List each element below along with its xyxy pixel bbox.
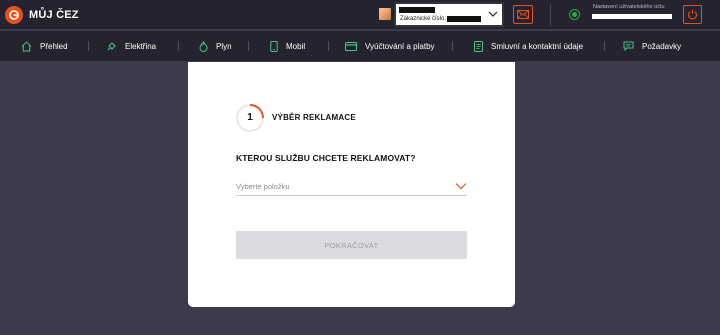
main-navigation: Přehled Elektřina Plyn Mobil Vyúčtování …	[0, 31, 720, 61]
step-progress-indicator: 1	[235, 103, 265, 133]
nav-item-gas[interactable]: Plyn	[199, 31, 232, 61]
customer-number-select[interactable]: Zákaznické číslo:	[394, 2, 504, 27]
redacted-customer-number	[447, 16, 481, 22]
nav-item-electricity[interactable]: Elektřina	[106, 31, 156, 61]
nav-separator	[328, 41, 329, 51]
nav-item-overview[interactable]: Přehled	[21, 31, 68, 61]
nav-item-label: Vyúčtování a platby	[365, 41, 435, 51]
nav-item-label: Elektřina	[125, 41, 157, 51]
nav-separator	[452, 41, 453, 51]
nav-separator	[604, 41, 605, 51]
nav-item-requests[interactable]: Požadavky	[623, 31, 681, 61]
nav-separator	[248, 41, 249, 51]
nav-item-label: Požadavky	[642, 41, 682, 51]
phone-icon	[270, 40, 278, 52]
logout-button[interactable]	[683, 5, 702, 24]
continue-button[interactable]: POKRAČOVAT	[236, 231, 467, 259]
messages-button[interactable]	[513, 5, 533, 24]
document-icon	[474, 40, 483, 52]
complaint-wizard-card: 1 VÝBĚR REKLAMACE KTEROU SLUŽBU CHCETE R…	[188, 62, 515, 307]
account-settings-link[interactable]: Nastavení uživatelského účtu	[593, 4, 665, 10]
lightning-plug-icon	[107, 41, 116, 50]
nav-item-label: Mobil	[286, 41, 306, 51]
flame-icon	[199, 40, 208, 52]
user-status-icon	[569, 9, 580, 20]
logo-text: MŮJ ČEZ	[29, 9, 79, 21]
chat-icon	[623, 41, 634, 51]
nav-item-label: Smluvní a kontaktní údaje	[491, 41, 584, 51]
card-icon	[345, 41, 357, 51]
header-divider	[550, 4, 551, 26]
home-icon	[21, 41, 32, 51]
redacted-user-name	[592, 14, 672, 19]
question-heading: KTEROU SLUŽBU CHCETE REKLAMOVAT?	[236, 153, 416, 163]
service-select[interactable]: Vyberte položku	[236, 179, 467, 196]
nav-separator	[88, 41, 89, 51]
logo[interactable]: MŮJ ČEZ	[5, 6, 79, 24]
chevron-down-icon	[488, 11, 498, 17]
nav-item-label: Plyn	[216, 41, 232, 51]
customer-avatar-icon	[379, 8, 391, 20]
customer-number-label: Zákaznické číslo:	[400, 16, 447, 22]
top-header: MŮJ ČEZ Zákaznické číslo: Nastavení uživ…	[0, 0, 720, 30]
nav-item-contracts[interactable]: Smluvní a kontaktní údaje	[474, 31, 583, 61]
nav-item-mobile[interactable]: Mobil	[270, 31, 305, 61]
nav-item-label: Přehled	[40, 41, 68, 51]
step-number: 1	[247, 112, 253, 123]
nav-separator	[178, 41, 179, 51]
nav-item-billing[interactable]: Vyúčtování a platby	[345, 31, 435, 61]
redacted-customer-name	[399, 7, 435, 13]
envelope-icon	[517, 10, 529, 19]
service-select-placeholder: Vyberte položku	[236, 182, 290, 191]
power-icon	[688, 9, 697, 20]
step-title: VÝBĚR REKLAMACE	[272, 113, 356, 122]
logo-badge-icon	[5, 6, 23, 24]
chevron-down-icon	[455, 183, 467, 190]
